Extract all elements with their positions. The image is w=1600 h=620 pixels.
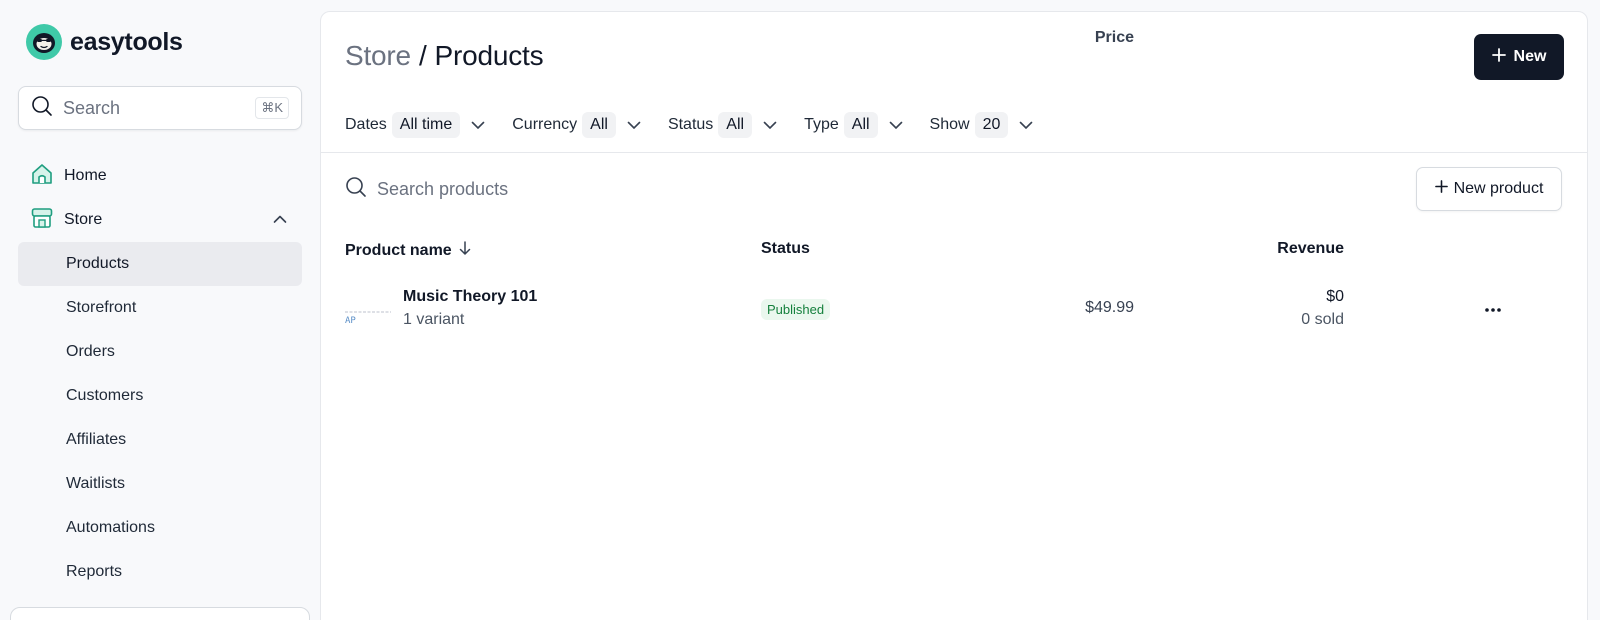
search-input[interactable]: Search xyxy=(63,98,255,119)
logo-icon xyxy=(26,24,62,60)
filter-type[interactable]: Type All xyxy=(804,112,903,138)
product-search-input[interactable]: Search products xyxy=(377,179,508,200)
chevron-down-icon xyxy=(470,117,486,133)
new-product-label: New product xyxy=(1453,180,1544,197)
breadcrumb-separator: / xyxy=(418,40,427,71)
column-header-label: Product name xyxy=(345,241,452,259)
product-price: $49.99 xyxy=(1085,299,1134,316)
breadcrumb-store[interactable]: Store xyxy=(345,40,411,71)
sidebar-item-automations[interactable]: Automations xyxy=(18,506,302,550)
filter-status[interactable]: Status All xyxy=(668,112,778,138)
status-badge: Published xyxy=(761,299,831,320)
product-search[interactable]: Search products xyxy=(345,176,508,203)
column-header-revenue: Revenue xyxy=(1277,240,1344,257)
search-shortcut: ⌘K xyxy=(255,97,289,119)
product-variants: 1 variant xyxy=(403,311,465,328)
filter-label: Dates xyxy=(345,116,387,133)
filter-label: Show xyxy=(929,116,970,133)
chevron-down-icon xyxy=(888,117,904,133)
main-panel: Store / Products New Dates All time Curren… xyxy=(320,11,1588,620)
plus-icon xyxy=(1434,180,1448,198)
app-name: easytools xyxy=(70,27,183,56)
sidebar-account-card[interactable] xyxy=(10,607,310,620)
search-icon xyxy=(345,176,367,203)
sidebar-item-home[interactable]: Home xyxy=(18,154,302,198)
sidebar-item-customers[interactable]: Customers xyxy=(18,374,302,418)
filter-show[interactable]: Show 20 xyxy=(930,112,1035,138)
filter-label: Type xyxy=(804,116,839,133)
sidebar-item-waitlists[interactable]: Waitlists xyxy=(18,462,302,506)
divider xyxy=(321,152,1587,153)
filter-label: Status xyxy=(667,116,714,133)
product-revenue: $0 xyxy=(1326,288,1344,305)
new-button-label: New xyxy=(1513,48,1547,65)
svg-text:AP: AP xyxy=(345,316,356,326)
column-header-price: Price xyxy=(1094,29,1134,46)
global-search[interactable]: Search ⌘K xyxy=(18,86,302,130)
filter-label: Currency xyxy=(512,116,578,133)
sidebar-item-affiliates[interactable]: Affiliates xyxy=(18,418,302,462)
sidebar-item-reports[interactable]: Reports xyxy=(18,550,302,594)
filter-dates[interactable]: Dates All time xyxy=(345,112,486,138)
new-button[interactable]: New xyxy=(1474,34,1564,80)
chevron-down-icon xyxy=(626,117,642,133)
plus-icon xyxy=(1491,47,1506,67)
store-icon xyxy=(30,206,54,235)
chevron-up-icon[interactable] xyxy=(272,211,288,232)
sidebar-item-orders[interactable]: Orders xyxy=(18,330,302,374)
more-icon[interactable] xyxy=(1481,298,1505,322)
sidebar-item-store[interactable]: Store xyxy=(18,198,302,242)
sidebar-item-products[interactable]: Products xyxy=(18,242,302,286)
logo[interactable]: easytools xyxy=(26,24,183,60)
table-row[interactable]: AP Music Theory 101 1 variant Published … xyxy=(321,282,1587,354)
sidebar-item-label: Home xyxy=(64,167,107,184)
chevron-down-icon xyxy=(762,117,778,133)
product-name[interactable]: Music Theory 101 xyxy=(403,288,537,306)
page-title: Products xyxy=(434,40,544,71)
filter-currency[interactable]: Currency All xyxy=(512,112,642,138)
product-sold: 0 sold xyxy=(1301,311,1344,328)
arrow-down-icon xyxy=(458,240,472,261)
new-product-button[interactable]: New product xyxy=(1416,167,1562,211)
filter-value: All xyxy=(718,112,753,138)
sidebar-item-label: Store xyxy=(64,211,103,228)
home-icon xyxy=(30,162,54,191)
filter-value: All xyxy=(582,112,616,138)
search-icon xyxy=(31,95,53,122)
filter-bar: Dates All time Currency All Status All T… xyxy=(345,112,1060,138)
product-thumbnail: AP xyxy=(345,308,393,332)
filter-value: All time xyxy=(391,112,461,138)
sidebar-item-storefront[interactable]: Storefront xyxy=(18,286,302,330)
filter-value: 20 xyxy=(974,112,1009,138)
chevron-down-icon xyxy=(1018,117,1034,133)
column-header-product-name[interactable]: Product name xyxy=(345,240,472,261)
breadcrumb: Store / Products xyxy=(345,40,544,72)
column-header-status: Status xyxy=(761,240,810,257)
sidebar: easytools Search ⌘K Home Store Products … xyxy=(0,0,320,620)
filter-value: All xyxy=(843,112,878,138)
